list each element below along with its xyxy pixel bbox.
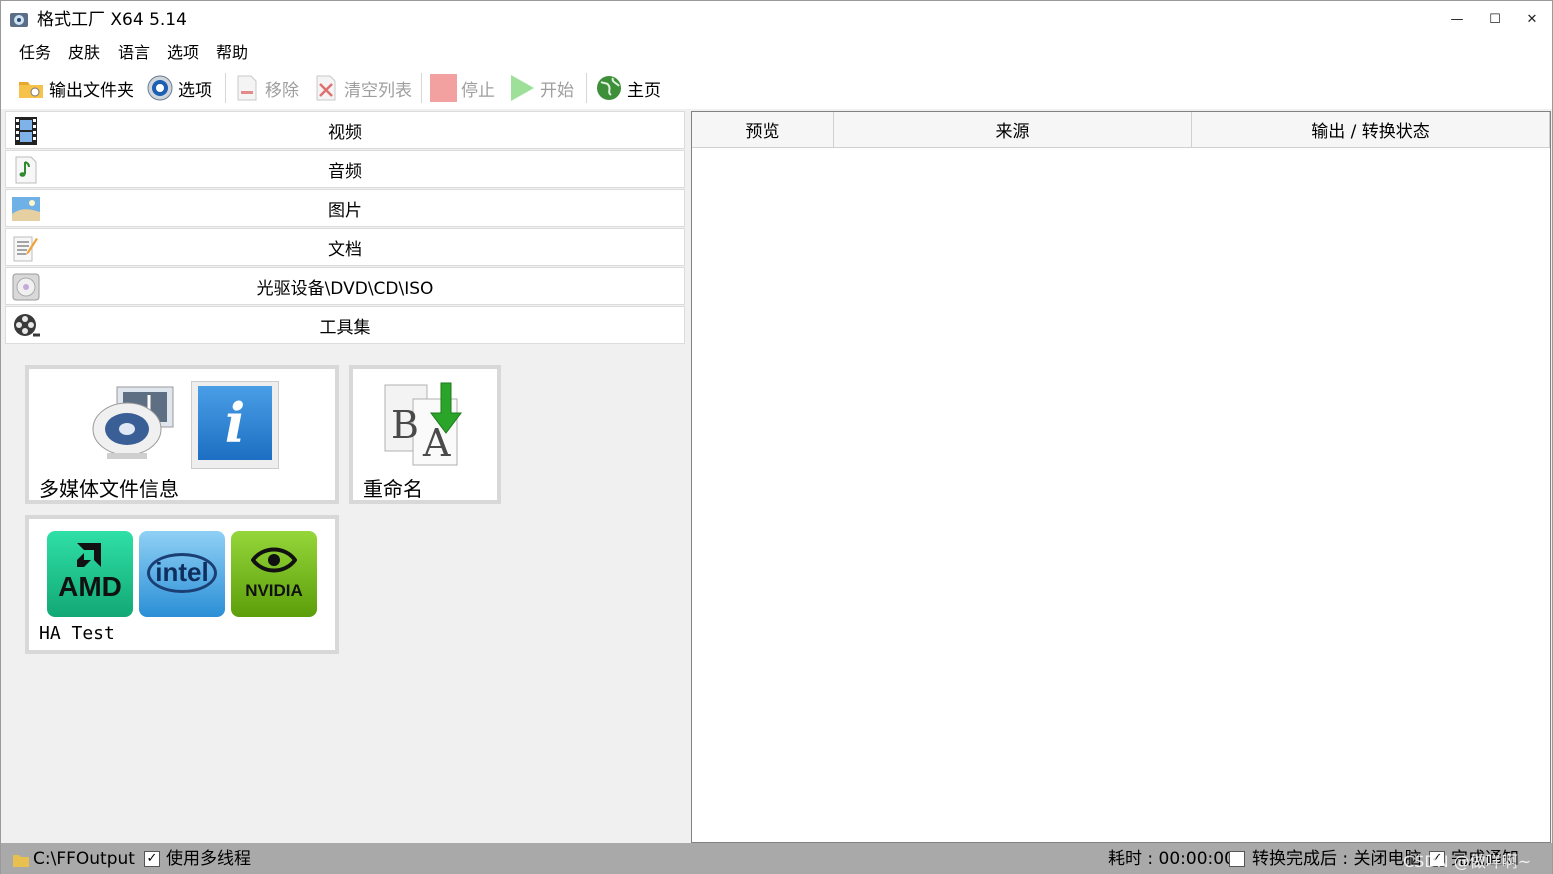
globe-icon [597,76,621,100]
column-label: 来源 [995,122,1030,142]
gear-icon [147,75,173,101]
ha-test-label: HA Test [39,623,115,644]
clear-list-icon [316,75,336,101]
menu-help[interactable]: 帮助 [216,43,248,63]
remove-document-icon [237,75,257,101]
film-reel-icon [14,314,40,337]
menu-language[interactable]: 语言 [118,43,150,63]
menu-task[interactable]: 任务 [19,43,51,63]
close-button[interactable]: ✕ [1513,1,1551,39]
column-preview[interactable]: 预览 [692,112,834,148]
multithread-label: 使用多线程 [166,849,251,869]
amd-logo: AMD [47,531,133,617]
picture-icon [12,197,40,221]
category-video[interactable]: 视频 [5,111,685,149]
toolbar-separator [586,73,587,103]
clear-list-button[interactable]: 清空列表 [312,72,412,104]
column-label: 输出 / 转换状态 [1311,122,1430,142]
nvidia-logo: NVIDIA [231,531,317,617]
category-optical-disc[interactable]: 光驱设备\DVD\CD\ISO [5,267,685,305]
ha-test-tile[interactable]: AMD intel NVIDIA HA Test [25,515,339,654]
left-panel: 视频 音频 图片 文档 光驱设备\DVD\CD\ISO 工具集 i 多媒体文件信… [5,111,685,841]
category-label: 文档 [328,239,362,260]
shutdown-checkbox[interactable] [1229,851,1245,867]
stop-button[interactable]: 停止 [429,72,495,104]
start-button[interactable]: 开始 [508,72,574,104]
category-image[interactable]: 图片 [5,189,685,227]
menu-options[interactable]: 选项 [167,43,199,63]
column-source[interactable]: 来源 [834,112,1192,148]
remove-button[interactable]: 移除 [233,72,299,104]
title-bar: 格式工厂 X64 5.14 — ☐ ✕ [1,1,1552,39]
nvidia-text: NVIDIA [245,581,303,600]
intel-logo: intel [139,531,225,617]
window-title: 格式工厂 X64 5.14 [37,10,187,30]
rename-letter-a: A [423,421,451,465]
info-icon: i [191,381,279,469]
nvidia-eye-icon [251,547,297,573]
format-factory-logo-icon [10,13,28,27]
rename-label: 重命名 [363,477,423,501]
start-label: 开始 [540,80,574,101]
rename-letter-b: B [391,403,419,447]
multithread-checkbox[interactable]: ✓ [144,851,160,867]
task-list: 预览 来源 输出 / 转换状态 [691,111,1551,843]
media-info-tile[interactable]: i 多媒体文件信息 [25,365,339,504]
remove-label: 移除 [265,80,299,101]
disc-drive-icon [12,273,40,301]
minimize-button[interactable]: — [1438,1,1476,39]
folder-icon [19,82,43,98]
stop-icon [430,74,457,102]
document-edit-icon [13,236,38,262]
output-folder-label: 输出文件夹 [49,80,134,101]
category-label: 音频 [328,161,362,182]
category-label: 视频 [328,122,362,143]
film-icon [15,117,37,145]
menu-skin[interactable]: 皮肤 [68,43,100,63]
watermark-text: CSDN @做咩啊~ [1403,852,1532,871]
status-bar: C:\FFOutput ✓ 使用多线程 耗时 : 00:00:00 转换完成后 … [1,843,1552,874]
column-label: 预览 [745,122,780,142]
intel-text: intel [155,557,209,587]
home-label: 主页 [627,80,661,101]
category-toolbox[interactable]: 工具集 [5,306,685,344]
amd-arrow-icon [77,543,101,567]
folder-icon [13,855,29,867]
rename-tile[interactable]: B A 重命名 [349,365,501,504]
clear-list-label: 清空列表 [344,80,412,101]
category-audio[interactable]: 音频 [5,150,685,188]
options-label: 选项 [178,80,212,101]
amd-text: AMD [58,571,122,602]
output-path[interactable]: C:\FFOutput [33,848,135,870]
media-info-label: 多媒体文件信息 [39,477,179,501]
output-folder-button[interactable]: 输出文件夹 [17,72,134,104]
options-button[interactable]: 选项 [146,72,212,104]
elapsed-time: 耗时 : 00:00:00 [1108,849,1235,869]
toolbar-separator [225,73,226,103]
toolbar: 输出文件夹 选项 移除 清空列表 停止 开始 主页 [1,67,1552,109]
category-document[interactable]: 文档 [5,228,685,266]
home-button[interactable]: 主页 [595,72,661,104]
toolbar-separator [421,73,422,103]
play-icon [511,75,534,101]
after-convert-label: 转换完成后 : 关闭电脑 [1252,849,1422,869]
format-factory-window: 格式工厂 X64 5.14 — ☐ ✕ 任务 皮肤 语言 选项 帮助 输出文件夹 [0,0,1553,874]
maximize-button[interactable]: ☐ [1476,1,1514,39]
category-label: 图片 [328,200,362,221]
category-label: 光驱设备\DVD\CD\ISO [256,278,434,299]
music-note-icon [15,156,37,184]
column-output-status[interactable]: 输出 / 转换状态 [1192,112,1550,148]
menu-bar: 任务 皮肤 语言 选项 帮助 [1,39,1552,67]
stop-label: 停止 [461,80,495,101]
category-label: 工具集 [319,317,371,338]
media-disc-icon [92,386,174,459]
